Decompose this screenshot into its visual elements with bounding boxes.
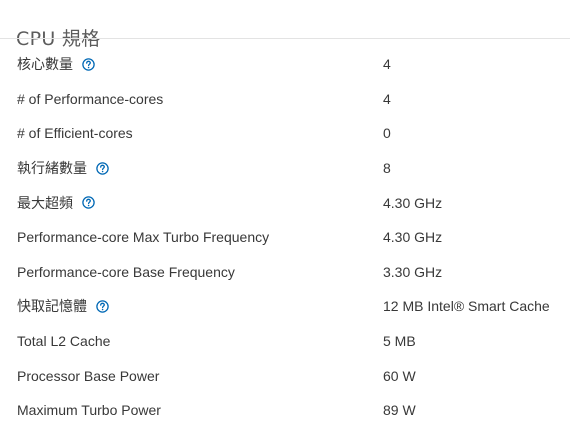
help-icon[interactable]	[96, 161, 109, 175]
spec-value: 4.30 GHz	[383, 194, 443, 211]
cpu-specs-panel: CPU 規格 核心數量 4 # of Performance-cores 4 #…	[0, 0, 570, 436]
spec-label: 核心數量	[0, 57, 383, 71]
spec-value: 0	[383, 125, 391, 142]
spec-value: 4	[383, 56, 391, 73]
spec-label: Total L2 Cache	[0, 334, 383, 348]
spec-label-text: Processor Base Power	[17, 367, 160, 384]
spec-label-text: Maximum Turbo Power	[17, 402, 161, 419]
spec-label-text: Performance-core Max Turbo Frequency	[17, 229, 270, 246]
spec-value: 60 W	[383, 367, 416, 384]
spec-value: 8	[383, 160, 391, 177]
spec-label: Performance-core Base Frequency	[0, 265, 383, 279]
spec-label: Processor Base Power	[0, 369, 383, 383]
spec-row-base-power: Processor Base Power 60 W	[0, 358, 570, 393]
spec-label: # of Efficient-cores	[0, 126, 383, 140]
spec-row-efficient-cores: # of Efficient-cores 0	[0, 116, 570, 151]
spec-label-text: 核心數量	[17, 56, 73, 73]
title-divider	[0, 38, 570, 39]
spec-row-cores: 核心數量 4	[0, 47, 570, 82]
spec-row-max-turbo: 最大超頻 4.30 GHz	[0, 185, 570, 220]
spec-value: 12 MB Intel® Smart Cache	[383, 298, 550, 315]
help-icon[interactable]	[82, 196, 95, 209]
spec-row-pcore-max-turbo: Performance-core Max Turbo Frequency 4.3…	[0, 220, 570, 255]
spec-row-cache: 快取記憶體 12 MB Intel® Smart Cache	[0, 289, 570, 324]
spec-label: Performance-core Max Turbo Frequency	[0, 230, 383, 244]
spec-row-pcore-base: Performance-core Base Frequency 3.30 GHz	[0, 255, 570, 290]
spec-row-l2-cache: Total L2 Cache 5 MB	[0, 324, 570, 359]
spec-label-text: Performance-core Base Frequency	[17, 263, 235, 280]
spec-row-performance-cores: # of Performance-cores 4	[0, 82, 570, 117]
spec-value: 3.30 GHz	[383, 263, 443, 280]
spec-value: 5 MB	[383, 333, 416, 350]
spec-list: 核心數量 4 # of Performance-cores 4 # of Eff…	[0, 47, 570, 428]
spec-label: Maximum Turbo Power	[0, 403, 383, 417]
spec-label-text: # of Performance-cores	[17, 90, 164, 107]
spec-label: 執行緒數量	[0, 161, 383, 175]
spec-value: 4.30 GHz	[383, 229, 443, 246]
spec-label-text: 最大超頻	[17, 194, 73, 211]
spec-label: # of Performance-cores	[0, 92, 383, 106]
spec-label-text: # of Efficient-cores	[17, 125, 133, 142]
spec-row-max-turbo-power: Maximum Turbo Power 89 W	[0, 393, 570, 428]
spec-label-text: 執行緒數量	[17, 160, 87, 177]
spec-row-threads: 執行緒數量 8	[0, 151, 570, 186]
help-icon[interactable]	[96, 300, 109, 313]
spec-value: 89 W	[383, 402, 416, 419]
spec-label-text: Total L2 Cache	[17, 333, 111, 350]
help-icon[interactable]	[82, 58, 95, 71]
spec-value: 4	[383, 90, 391, 107]
spec-label: 快取記憶體	[0, 299, 383, 313]
spec-label: 最大超頻	[0, 196, 383, 210]
spec-label-text: 快取記憶體	[17, 298, 87, 315]
